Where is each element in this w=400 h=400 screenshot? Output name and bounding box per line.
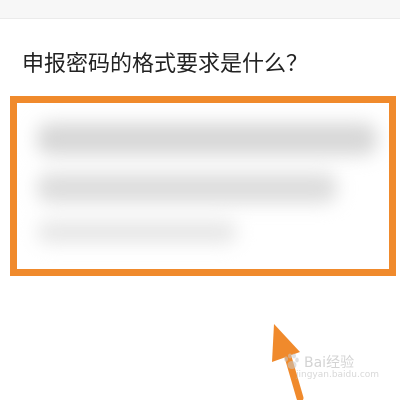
watermark-url: jingyan.baidu.com — [296, 370, 380, 380]
watermark-text: Bai经验 — [304, 355, 355, 371]
blurred-answer-line — [37, 173, 337, 203]
baidu-jingyan-watermark: Bai经验 jingyan.baidu.com — [282, 352, 379, 380]
answer-input-box[interactable] — [10, 96, 396, 276]
baidu-paw-logo — [284, 353, 299, 369]
question-title: 申报密码的格式要求是什么？ — [22, 52, 309, 77]
top-bar — [0, 0, 400, 19]
blurred-answer-line — [37, 221, 237, 243]
blurred-answer-line — [37, 123, 377, 155]
